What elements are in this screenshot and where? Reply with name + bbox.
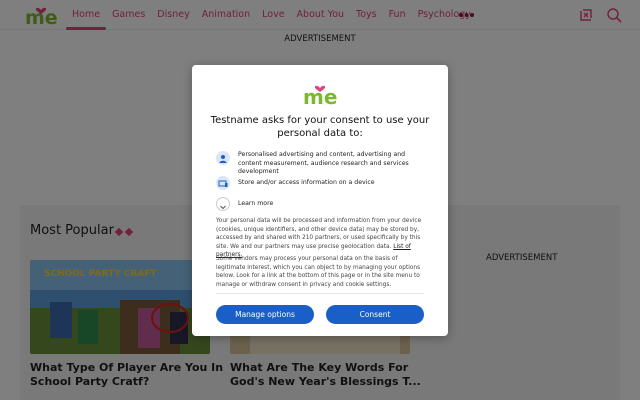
consent-heading: Testname asks for your consent to use yo…	[210, 115, 430, 139]
consent-dialog: me Testname asks for your consent to use…	[192, 65, 448, 336]
purpose-text: Personalised advertising and content, ad…	[238, 151, 409, 175]
device-icon	[216, 176, 230, 190]
purpose-text: Store and/or access information on a dev…	[238, 179, 375, 186]
divider	[216, 293, 424, 294]
chevron-down-icon[interactable]	[216, 197, 230, 211]
consent-paragraph-text: Your personal data will be processed and…	[216, 218, 422, 250]
dialog-logo: me	[303, 85, 337, 107]
person-icon	[216, 151, 230, 165]
learn-more-label[interactable]: Learn more	[238, 200, 426, 209]
consent-paragraph: Your personal data will be processed and…	[216, 217, 426, 260]
consent-paragraph: Some vendors may process your personal d…	[216, 256, 421, 288]
manage-options-button[interactable]: Manage options	[216, 305, 314, 324]
consent-button[interactable]: Consent	[326, 305, 424, 324]
